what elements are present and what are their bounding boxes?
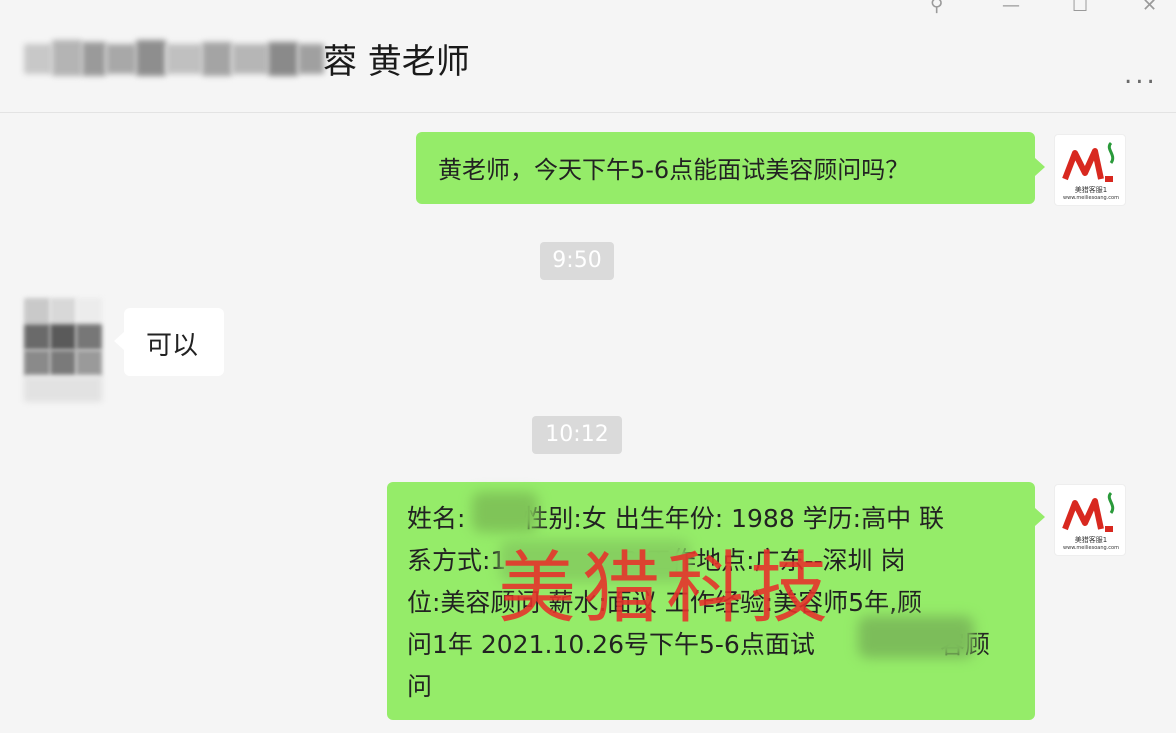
- logo-subcaption: www.meiliesoang.com: [1063, 195, 1119, 201]
- pin-icon[interactable]: ⚲: [930, 0, 943, 16]
- redaction-blur: [500, 540, 690, 582]
- close-icon[interactable]: ✕: [1142, 0, 1157, 16]
- redaction-blur: [472, 492, 538, 532]
- message-text: 黄老师，今天下午5-6点能面试美容顾问吗？: [438, 156, 910, 184]
- chat-title: 蓉 黄老师: [323, 42, 470, 82]
- logo-subcaption: www.meiliesoang.com: [1063, 545, 1119, 551]
- timestamp: 9:50: [540, 242, 614, 280]
- more-options-icon[interactable]: ...: [1124, 60, 1158, 90]
- my-avatar[interactable]: 美猎客服1 www.meiliesoang.com: [1054, 134, 1126, 206]
- message-line: 问: [407, 672, 433, 701]
- contact-avatar[interactable]: [24, 298, 102, 402]
- my-avatar[interactable]: 美猎客服1 www.meiliesoang.com: [1054, 484, 1126, 556]
- message-text: 可以: [146, 331, 199, 361]
- logo-caption: 美猎客服1: [1074, 186, 1108, 194]
- meilie-logo-icon: [1062, 141, 1115, 182]
- outgoing-message-bubble[interactable]: 黄老师，今天下午5-6点能面试美容顾问吗？: [416, 132, 1045, 204]
- redaction-blur: [858, 616, 974, 658]
- minimize-icon[interactable]: —: [1002, 0, 1020, 16]
- meilie-logo-icon: [1062, 491, 1115, 532]
- chat-header: ⚲ — ☐ ✕ 蓉 黄老师 ...: [0, 0, 1176, 113]
- maximize-icon[interactable]: ☐: [1072, 0, 1088, 16]
- logo-caption: 美猎客服1: [1074, 536, 1108, 544]
- incoming-message-bubble[interactable]: 可以: [114, 308, 224, 376]
- timestamp: 10:12: [532, 416, 622, 454]
